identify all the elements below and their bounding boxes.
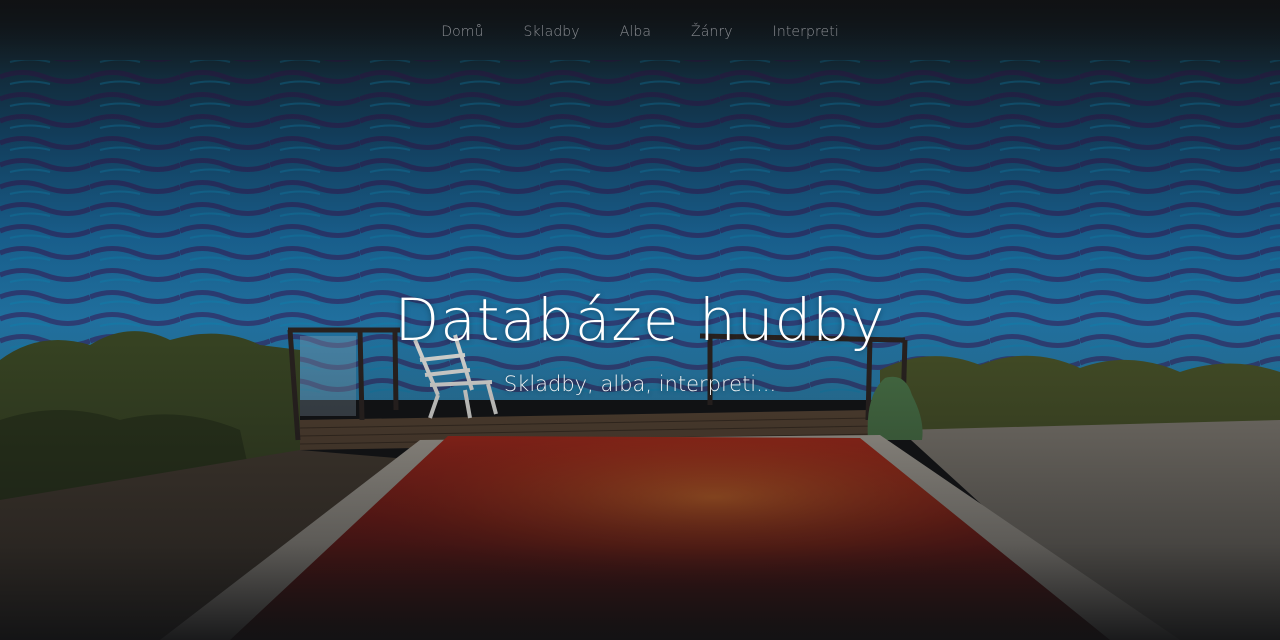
- hero-subtitle: Skladby, alba, interpreti...: [503, 372, 777, 396]
- nav-item-home[interactable]: Domů: [441, 24, 483, 40]
- nav-item-artists[interactable]: Interpreti: [773, 24, 839, 40]
- nav-item-songs[interactable]: Skladby: [523, 24, 579, 40]
- nav-item-albums[interactable]: Alba: [620, 24, 651, 40]
- nav-item-genres[interactable]: Žánry: [691, 24, 733, 40]
- main-navigation: Domů Skladby Alba Žánry Interpreti: [0, 0, 1280, 64]
- hero-title: Databáze hudby: [394, 286, 886, 354]
